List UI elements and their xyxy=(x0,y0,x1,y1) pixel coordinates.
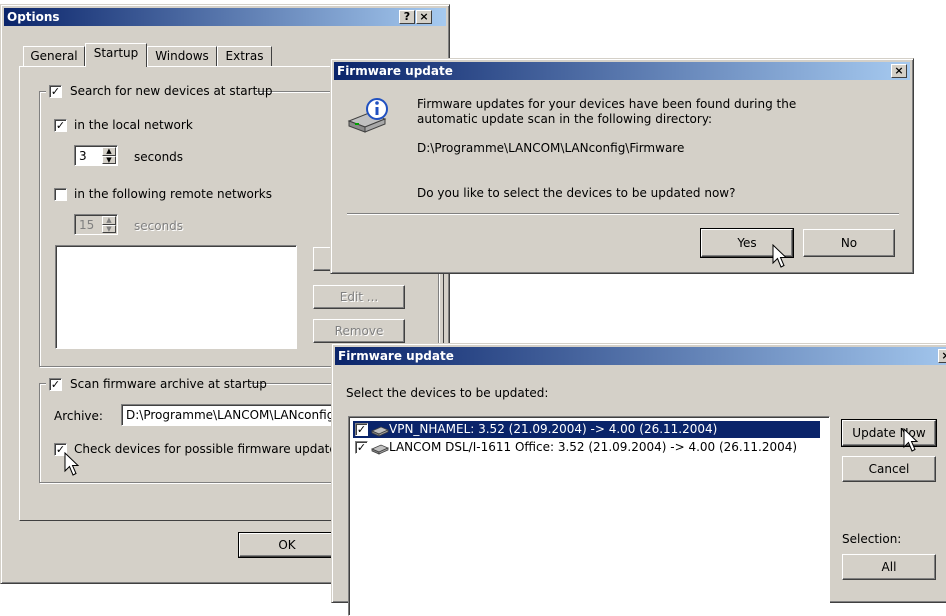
check-icon: ✓ xyxy=(356,441,367,454)
options-titlebar: Options xyxy=(4,8,446,26)
remote-networks-list[interactable] xyxy=(55,245,297,349)
spin-up-icon: ▲ xyxy=(102,216,116,225)
tab-windows[interactable]: Windows xyxy=(147,46,217,66)
check-icon: ✓ xyxy=(50,85,61,98)
check-icon: ✓ xyxy=(356,423,367,436)
firmware-notice-titlebar: Firmware update xyxy=(334,62,910,80)
firmware-select-titlebar: Firmware update xyxy=(335,347,946,365)
router-icon xyxy=(371,426,389,437)
archive-label: Archive: xyxy=(54,409,103,423)
search-group-header: ✓ Search for new devices at startup xyxy=(46,83,273,99)
remote-networks-checkbox[interactable] xyxy=(54,188,67,201)
local-seconds-spinner[interactable]: ▲ ▼ xyxy=(102,147,116,164)
firmware-directory: D:\Programme\LANCOM\LANconfig\Firmware xyxy=(417,141,685,155)
firmware-notice-title: Firmware update xyxy=(337,64,453,78)
device-name: LANCOM DSL/I-1611 Office: 3.52 (21.09.20… xyxy=(389,440,798,454)
firmware-select-title: Firmware update xyxy=(338,349,454,363)
check-icon: ✓ xyxy=(50,378,61,391)
tab-windows-label: Windows xyxy=(155,49,209,63)
select-devices-prompt: Select the devices to be updated: xyxy=(346,386,549,400)
no-button[interactable]: No xyxy=(803,229,895,257)
edit-button[interactable]: Edit ... xyxy=(313,285,405,309)
firmware-question: Do you like to select the devices to be … xyxy=(417,186,736,200)
remote-seconds-value: 15 xyxy=(79,218,95,232)
tab-extras-label: Extras xyxy=(225,49,264,63)
list-item[interactable]: ✓ VPN_NHAMEL: 3.52 (21.09.2004) -> 4.00 … xyxy=(353,421,820,438)
device-info-icon xyxy=(347,98,388,133)
check-devices-label: Check devices for possible firmware upda… xyxy=(74,442,344,456)
search-new-devices-label: Search for new devices at startup xyxy=(70,84,273,98)
remote-networks-label: in the following remote networks xyxy=(74,187,272,201)
spin-down-icon: ▼ xyxy=(102,224,116,233)
tab-startup[interactable]: Startup xyxy=(85,43,147,67)
ok-button[interactable]: OK xyxy=(238,532,336,558)
scan-archive-checkbox[interactable]: ✓ xyxy=(49,378,62,391)
help-button[interactable]: ? xyxy=(399,10,415,24)
divider xyxy=(347,213,899,215)
options-title: Options xyxy=(7,10,60,24)
device-name: VPN_NHAMEL: 3.52 (21.09.2004) -> 4.00 (2… xyxy=(389,422,718,436)
remote-seconds-label: seconds xyxy=(134,219,184,233)
firmware-notice-dialog: Firmware update × Firmware updates for y… xyxy=(330,58,914,274)
remove-button[interactable]: Remove xyxy=(313,319,405,343)
close-icon[interactable]: × xyxy=(938,349,946,363)
device-checkbox[interactable]: ✓ xyxy=(355,441,368,454)
archive-group-header: ✓ Scan firmware archive at startup xyxy=(46,376,267,392)
spin-up-icon[interactable]: ▲ xyxy=(102,147,116,156)
local-seconds-label: seconds xyxy=(134,150,184,164)
close-icon[interactable]: × xyxy=(416,10,432,24)
search-new-devices-checkbox[interactable]: ✓ xyxy=(49,85,62,98)
device-list[interactable]: ✓ VPN_NHAMEL: 3.52 (21.09.2004) -> 4.00 … xyxy=(348,416,830,616)
select-all-button[interactable]: All xyxy=(842,554,936,580)
spin-down-icon[interactable]: ▼ xyxy=(102,155,116,164)
remote-seconds-spinner: ▲ ▼ xyxy=(102,216,116,233)
cancel-button[interactable]: Cancel xyxy=(842,456,936,482)
tab-general[interactable]: General xyxy=(23,46,85,66)
close-icon[interactable]: × xyxy=(891,64,907,78)
tab-general-label: General xyxy=(30,49,78,63)
local-network-label: in the local network xyxy=(74,118,193,132)
tab-extras[interactable]: Extras xyxy=(217,46,272,66)
scan-archive-label: Scan firmware archive at startup xyxy=(70,377,267,391)
local-network-checkbox[interactable]: ✓ xyxy=(54,119,67,132)
check-icon: ✓ xyxy=(55,119,66,132)
selection-label: Selection: xyxy=(842,532,902,546)
mouse-pointer-icon xyxy=(903,428,919,452)
firmware-notice-message-line1: Firmware updates for your devices have b… xyxy=(417,97,797,111)
router-icon xyxy=(371,444,389,455)
mouse-pointer-icon xyxy=(64,452,80,476)
mouse-pointer-icon xyxy=(772,244,788,268)
device-checkbox[interactable]: ✓ xyxy=(355,423,368,436)
local-seconds-value: 3 xyxy=(79,149,87,163)
firmware-notice-message-line2: automatic update scan in the following d… xyxy=(417,112,713,126)
tab-startup-label: Startup xyxy=(93,46,139,60)
list-item[interactable]: ✓ LANCOM DSL/I-1611 Office: 3.52 (21.09.… xyxy=(353,439,829,456)
update-now-button[interactable]: Update Now xyxy=(841,419,937,447)
firmware-select-dialog: Firmware update × Select the devices to … xyxy=(331,343,946,616)
